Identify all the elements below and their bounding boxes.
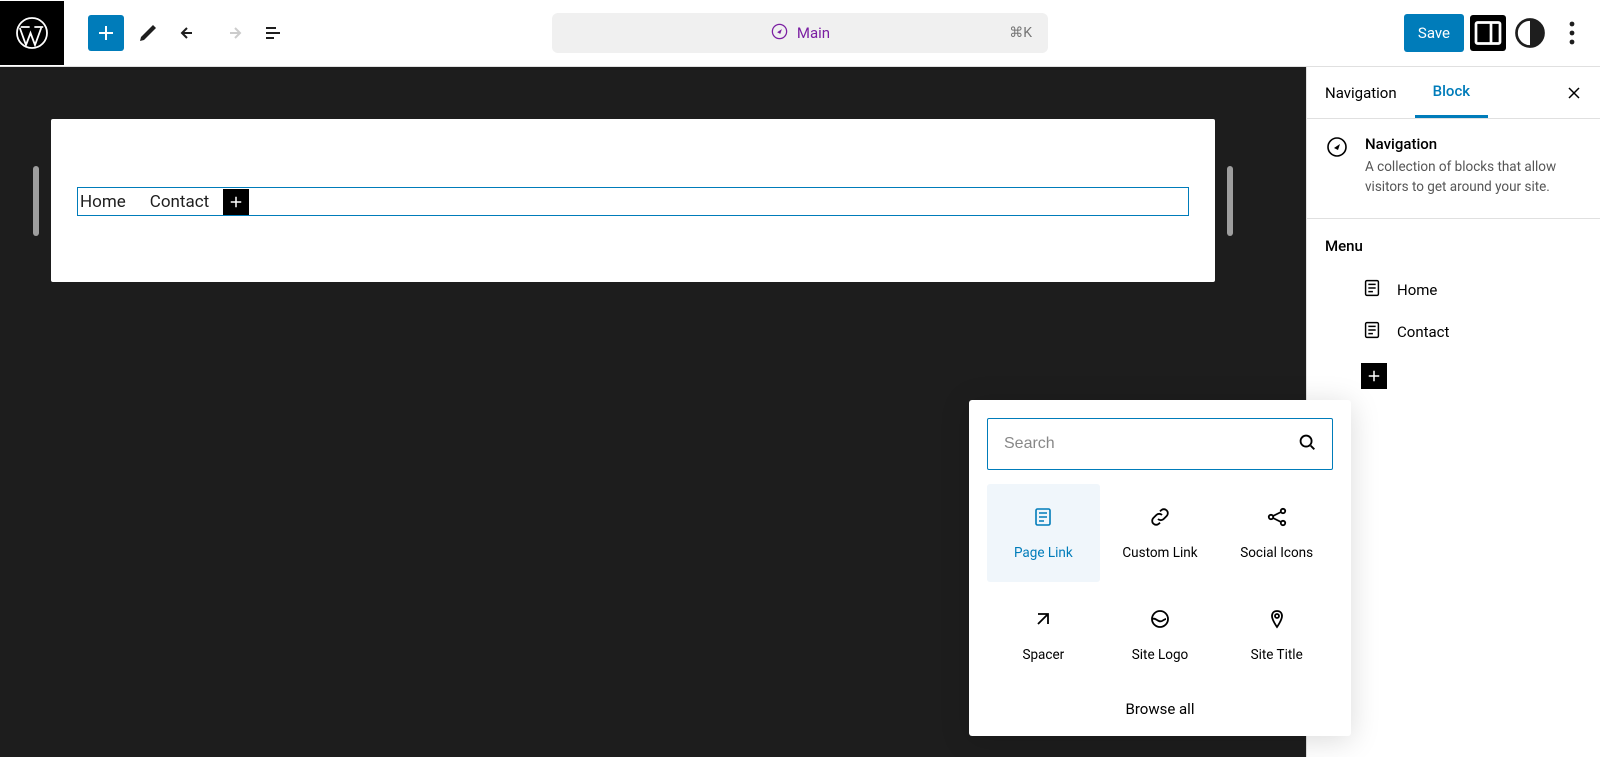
menu-section: Menu Home Contact — [1307, 219, 1600, 407]
inserter-block-social-icons[interactable]: Social Icons — [1220, 484, 1333, 582]
inserter-block-site-logo[interactable]: Site Logo — [1104, 586, 1217, 684]
styles-panel-toggle[interactable] — [1512, 15, 1548, 51]
inserter-search[interactable] — [987, 418, 1333, 470]
navigation-block[interactable]: Home Contact — [77, 187, 1189, 216]
undo-button[interactable] — [172, 15, 208, 51]
tab-navigation[interactable]: Navigation — [1307, 67, 1415, 118]
edit-tool-button[interactable] — [130, 15, 166, 51]
navigation-icon — [770, 22, 789, 45]
menu-item-home[interactable]: Home — [1325, 269, 1582, 311]
tab-block[interactable]: Block — [1415, 67, 1488, 118]
inserter-block-label: Page Link — [1014, 545, 1073, 561]
navigation-icon — [1325, 135, 1349, 198]
inserter-block-page-link[interactable]: Page Link — [987, 484, 1100, 582]
resize-handle-left[interactable] — [33, 166, 39, 236]
block-inserter-popover: Page Link Custom Link Social Icons Space… — [969, 400, 1351, 736]
search-icon — [1296, 431, 1318, 457]
top-toolbar: Main ⌘K Save — [0, 0, 1600, 67]
spacer-icon — [1031, 607, 1055, 635]
document-overview-button[interactable] — [256, 15, 292, 51]
page-icon — [1361, 277, 1383, 303]
menu-item-label: Contact — [1397, 323, 1449, 341]
custom-link-icon — [1148, 505, 1172, 533]
block-title: Navigation — [1365, 135, 1582, 153]
settings-panel-toggle[interactable] — [1470, 15, 1506, 51]
browse-all-button[interactable]: Browse all — [987, 684, 1333, 718]
inserter-block-label: Site Logo — [1132, 647, 1188, 663]
redo-button — [214, 15, 250, 51]
command-bar[interactable]: Main ⌘K — [552, 13, 1048, 53]
menu-item-label: Home — [1397, 281, 1437, 299]
inserter-block-spacer[interactable]: Spacer — [987, 586, 1100, 684]
nav-add-item-button[interactable] — [223, 189, 249, 215]
add-block-button[interactable] — [88, 15, 124, 51]
nav-item-contact[interactable]: Contact — [138, 192, 221, 212]
template-title: Main — [797, 24, 830, 42]
wordpress-logo[interactable] — [0, 1, 64, 65]
block-desc: A collection of blocks that allow visito… — [1365, 157, 1582, 198]
inserter-block-label: Social Icons — [1240, 545, 1313, 561]
command-shortcut: ⌘K — [1009, 25, 1032, 41]
inserter-block-site-title[interactable]: Site Title — [1220, 586, 1333, 684]
site-logo-icon — [1148, 607, 1172, 635]
share-icon — [1265, 505, 1289, 533]
inserter-block-label: Spacer — [1022, 647, 1064, 663]
menu-add-item-button[interactable] — [1361, 363, 1387, 389]
inserter-block-label: Site Title — [1251, 647, 1303, 663]
save-button[interactable]: Save — [1404, 14, 1464, 52]
page-link-icon — [1031, 505, 1055, 533]
menu-item-contact[interactable]: Contact — [1325, 311, 1582, 353]
search-input[interactable] — [1002, 434, 1296, 454]
resize-handle-right[interactable] — [1227, 166, 1233, 236]
inserter-block-custom-link[interactable]: Custom Link — [1104, 484, 1217, 582]
site-title-icon — [1265, 607, 1289, 635]
more-options-button[interactable] — [1554, 15, 1590, 51]
block-description: Navigation A collection of blocks that a… — [1307, 119, 1600, 219]
close-sidebar-button[interactable] — [1558, 77, 1590, 109]
inserter-block-label: Custom Link — [1122, 545, 1197, 561]
page-icon — [1361, 319, 1383, 345]
menu-heading: Menu — [1325, 237, 1582, 255]
nav-item-home[interactable]: Home — [78, 192, 138, 212]
template-frame[interactable]: Home Contact — [51, 119, 1215, 282]
